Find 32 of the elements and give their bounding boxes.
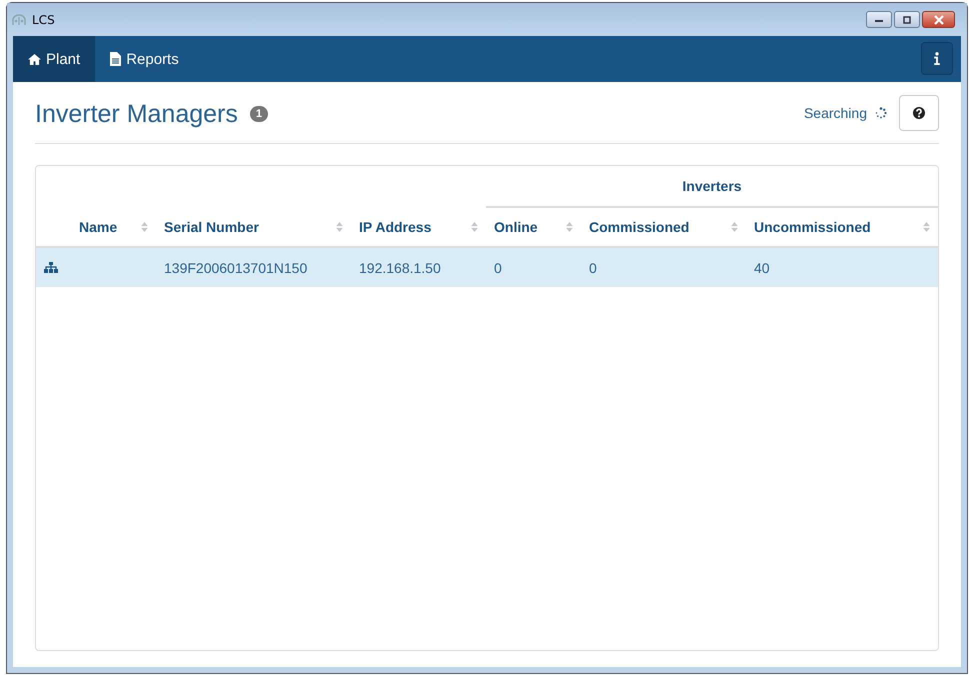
sort-icon xyxy=(923,222,930,232)
column-group-header: Inverters xyxy=(682,178,742,194)
sort-icon xyxy=(566,222,573,232)
table-cell: 139F2006013701N150 xyxy=(164,260,308,276)
document-icon xyxy=(110,52,122,66)
table-cell: 40 xyxy=(754,260,770,276)
table-cell: 0 xyxy=(589,260,597,276)
sort-icon xyxy=(336,222,343,232)
table-cell: 0 xyxy=(494,260,502,276)
hierarchy-icon xyxy=(44,262,58,272)
status-text: Searching xyxy=(804,104,867,120)
app-icon xyxy=(11,14,27,26)
info-button[interactable] xyxy=(921,42,953,75)
nav-tab[interactable]: Reports xyxy=(95,36,194,82)
info-icon xyxy=(934,52,940,65)
home-icon xyxy=(28,54,41,64)
page-title: Inverter Managers xyxy=(35,100,238,129)
nav-tab[interactable]: Plant xyxy=(13,36,96,82)
help-icon xyxy=(913,106,925,118)
maximize-button[interactable] xyxy=(894,11,920,28)
maximize-icon xyxy=(901,16,913,24)
sort-icon xyxy=(141,222,148,232)
count-badge: 1 xyxy=(250,106,268,122)
window-title: LCS xyxy=(32,12,55,26)
close-icon xyxy=(932,14,944,24)
sort-icon xyxy=(731,222,738,232)
table-cell: 192.168.1.50 xyxy=(359,260,441,276)
sort-icon xyxy=(471,222,478,232)
minimize-button[interactable] xyxy=(866,11,892,28)
close-button[interactable] xyxy=(922,11,955,28)
spinner-icon xyxy=(875,106,887,118)
help-button[interactable] xyxy=(899,94,939,130)
